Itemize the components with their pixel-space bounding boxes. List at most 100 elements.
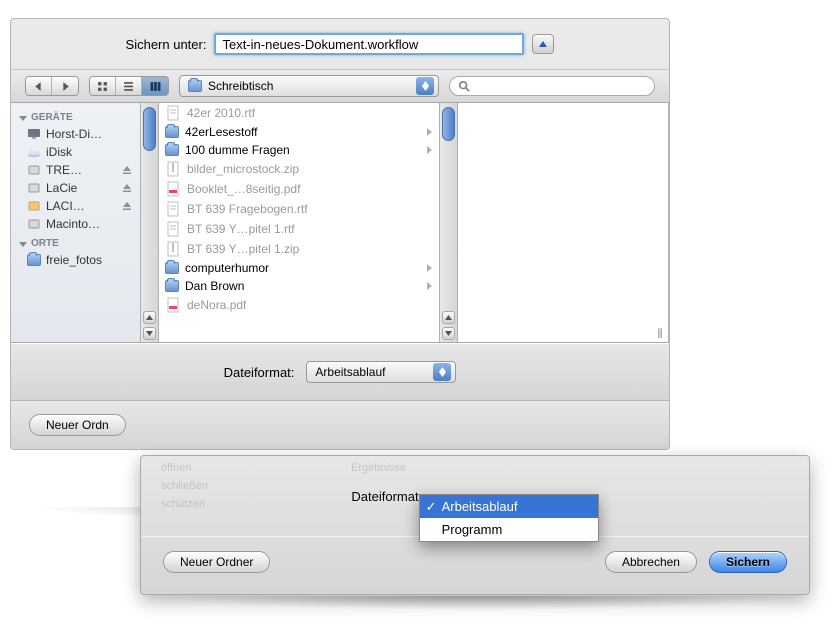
file-name: bilder_microstock.zip: [187, 162, 299, 176]
sidebar-device-tre[interactable]: TRE…: [11, 161, 140, 179]
file-row[interactable]: Booklet_…8seitig.pdf: [159, 179, 439, 199]
overlay-button-bar: Neuer Ordner Abbrechen Sichern: [141, 536, 809, 586]
column-scrollbar-1[interactable]: [141, 103, 159, 342]
file-browser: GERÄTE Horst-Di… iDisk TRE… LaCie: [11, 103, 669, 343]
disclosure-button[interactable]: [532, 34, 554, 54]
file-row[interactable]: 42er 2010.rtf: [159, 103, 439, 123]
button-bar: Neuer Ordn: [11, 401, 669, 449]
document-icon: [165, 221, 181, 237]
view-mode-group: [89, 76, 169, 96]
file-name: Dan Brown: [185, 279, 244, 293]
scroll-down-button[interactable]: [442, 327, 455, 340]
save-as-row: Sichern unter:: [11, 19, 669, 69]
filename-input[interactable]: [214, 33, 524, 55]
hdd-icon: [27, 218, 41, 230]
sidebar-place-freiefotos[interactable]: freie_fotos: [11, 251, 140, 269]
file-name: BT 639 Fragebogen.rtf: [187, 202, 308, 216]
triangle-up-icon: [146, 314, 153, 321]
location-label: Schreibtisch: [208, 79, 273, 93]
back-button[interactable]: [26, 77, 52, 95]
hdd-icon: [27, 164, 41, 176]
sidebar-device-horst[interactable]: Horst-Di…: [11, 125, 140, 143]
file-row[interactable]: bilder_microstock.zip: [159, 159, 439, 179]
file-name: 42erLesestoff: [185, 125, 258, 139]
preview-column: ⫼: [458, 103, 669, 342]
file-name: BT 639 Y…pitel 1.rtf: [187, 222, 295, 236]
zip-icon: [165, 161, 181, 177]
folder-icon: [188, 80, 202, 92]
eject-icon[interactable]: [122, 165, 132, 175]
folder-icon: [27, 254, 41, 266]
file-name: 100 dumme Fragen: [185, 143, 290, 157]
save-button[interactable]: Sichern: [709, 551, 787, 573]
overlay-format-row: öffnen schließen schützen Ergebnisse Dat…: [141, 456, 809, 536]
file-row[interactable]: BT 639 Y…pitel 1.zip: [159, 239, 439, 259]
column-scrollbar-2[interactable]: [440, 103, 458, 342]
eject-icon[interactable]: [122, 201, 132, 211]
scroll-thumb[interactable]: [442, 107, 455, 141]
list-view-button[interactable]: [116, 77, 142, 95]
sidebar-device-lacie[interactable]: LaCie: [11, 179, 140, 197]
sidebar-device-idisk[interactable]: iDisk: [11, 143, 140, 161]
scroll-up-button[interactable]: [442, 311, 455, 324]
chevron-right-icon: [425, 146, 433, 154]
format-dropdown-menu: Arbeitsablauf Programm: [419, 494, 599, 542]
sidebar: GERÄTE Horst-Di… iDisk TRE… LaCie: [11, 103, 141, 342]
folder-icon: [165, 144, 179, 156]
sidebar-device-macinto[interactable]: Macinto…: [11, 215, 140, 233]
chevron-right-icon: [425, 282, 433, 290]
popup-arrows-icon: [433, 363, 451, 381]
chevron-right-icon: [425, 264, 433, 272]
triangle-down-icon: [146, 330, 153, 337]
file-row[interactable]: computerhumor: [159, 259, 439, 277]
shadow: [160, 596, 800, 610]
devices-header: GERÄTE: [11, 107, 140, 125]
document-icon: [165, 105, 181, 121]
new-folder-button[interactable]: Neuer Ordn: [29, 414, 126, 436]
file-row[interactable]: Dan Brown: [159, 277, 439, 295]
scroll-thumb[interactable]: [143, 107, 156, 151]
format-row: Dateiformat: Arbeitsablauf: [11, 343, 669, 401]
search-icon: [458, 80, 470, 92]
forward-button[interactable]: [52, 77, 78, 95]
file-row[interactable]: 42erLesestoff: [159, 123, 439, 141]
file-row[interactable]: BT 639 Fragebogen.rtf: [159, 199, 439, 219]
triangle-up-icon: [445, 314, 452, 321]
document-icon: [165, 201, 181, 217]
file-row[interactable]: BT 639 Y…pitel 1.rtf: [159, 219, 439, 239]
file-column: 42er 2010.rtf 42erLesestoff 100 dumme Frag…: [159, 103, 440, 342]
option-arbeitsablauf[interactable]: Arbeitsablauf: [420, 495, 598, 518]
places-header: ORTE: [11, 233, 140, 251]
file-name: BT 639 Y…pitel 1.zip: [187, 242, 299, 256]
scroll-up-button[interactable]: [143, 311, 156, 324]
location-popup[interactable]: Schreibtisch: [179, 75, 439, 97]
file-name: deNora.pdf: [187, 298, 246, 312]
list-icon: [123, 81, 134, 92]
ext-drive-icon: [27, 200, 41, 212]
icon-view-button[interactable]: [90, 77, 116, 95]
folder-icon: [165, 126, 179, 138]
scroll-down-button[interactable]: [143, 327, 156, 340]
file-name: Booklet_…8seitig.pdf: [187, 182, 300, 196]
search-field[interactable]: [449, 76, 655, 96]
file-name: computerhumor: [185, 261, 269, 275]
triangle-down-icon: [19, 240, 27, 248]
format-popup[interactable]: Arbeitsablauf: [306, 361, 456, 383]
file-row[interactable]: 100 dumme Fragen: [159, 141, 439, 159]
triangle-right-icon: [60, 81, 71, 92]
eject-icon[interactable]: [122, 183, 132, 193]
column-view-button[interactable]: [142, 77, 168, 95]
save-dialog-overlay: öffnen schließen schützen Ergebnisse Dat…: [140, 455, 810, 595]
cancel-button[interactable]: Abbrechen: [605, 551, 697, 573]
sidebar-device-laci2[interactable]: LACI…: [11, 197, 140, 215]
nav-back-forward: [25, 76, 79, 96]
save-as-label: Sichern unter:: [126, 37, 207, 52]
resize-handle-icon[interactable]: ⫼: [654, 328, 666, 340]
grid-icon: [97, 81, 108, 92]
triangle-left-icon: [33, 81, 44, 92]
format-label: Dateiformat:: [224, 365, 295, 380]
format-value: Arbeitsablauf: [315, 365, 385, 379]
new-folder-button[interactable]: Neuer Ordner: [163, 551, 270, 573]
file-row[interactable]: deNora.pdf: [159, 295, 439, 315]
option-programm[interactable]: Programm: [420, 518, 598, 541]
